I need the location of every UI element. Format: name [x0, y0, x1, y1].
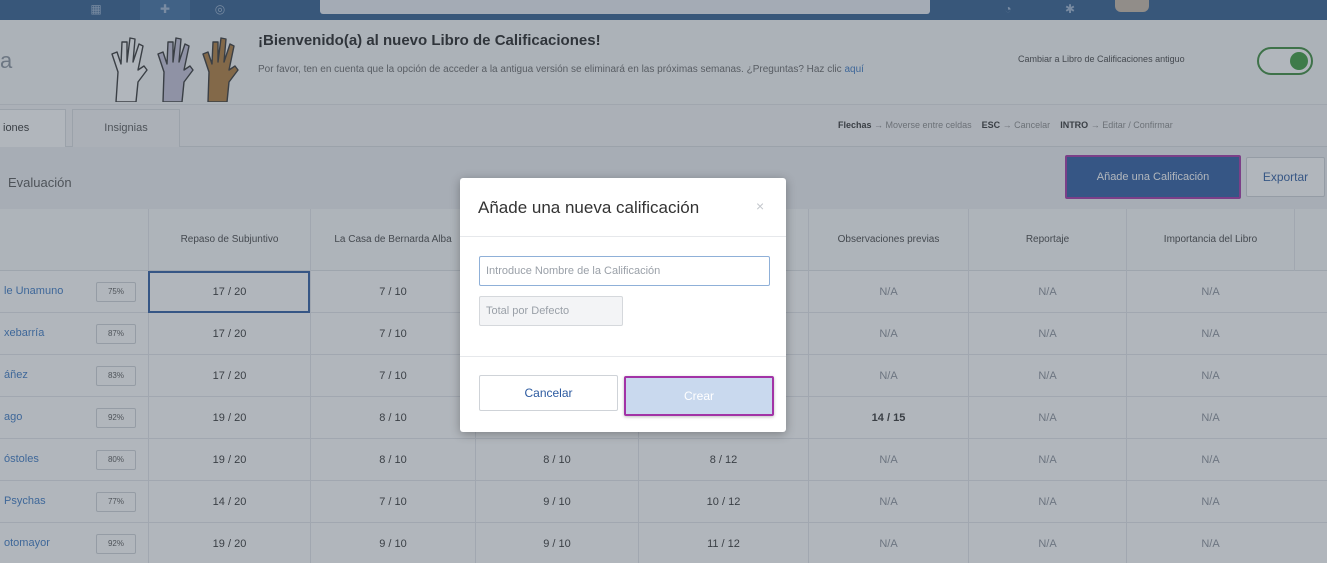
modal-divider	[460, 236, 786, 237]
grade-name-input[interactable]	[479, 256, 770, 286]
modal-divider	[460, 356, 786, 357]
cancel-button[interactable]: Cancelar	[479, 375, 618, 411]
close-icon[interactable]: ×	[756, 198, 764, 214]
default-total-input[interactable]	[479, 296, 623, 326]
add-grade-modal: Añade una nueva calificación × Cancelar …	[460, 178, 786, 432]
modal-title: Añade una nueva calificación	[478, 198, 700, 217]
create-button[interactable]: Crear	[624, 376, 774, 416]
